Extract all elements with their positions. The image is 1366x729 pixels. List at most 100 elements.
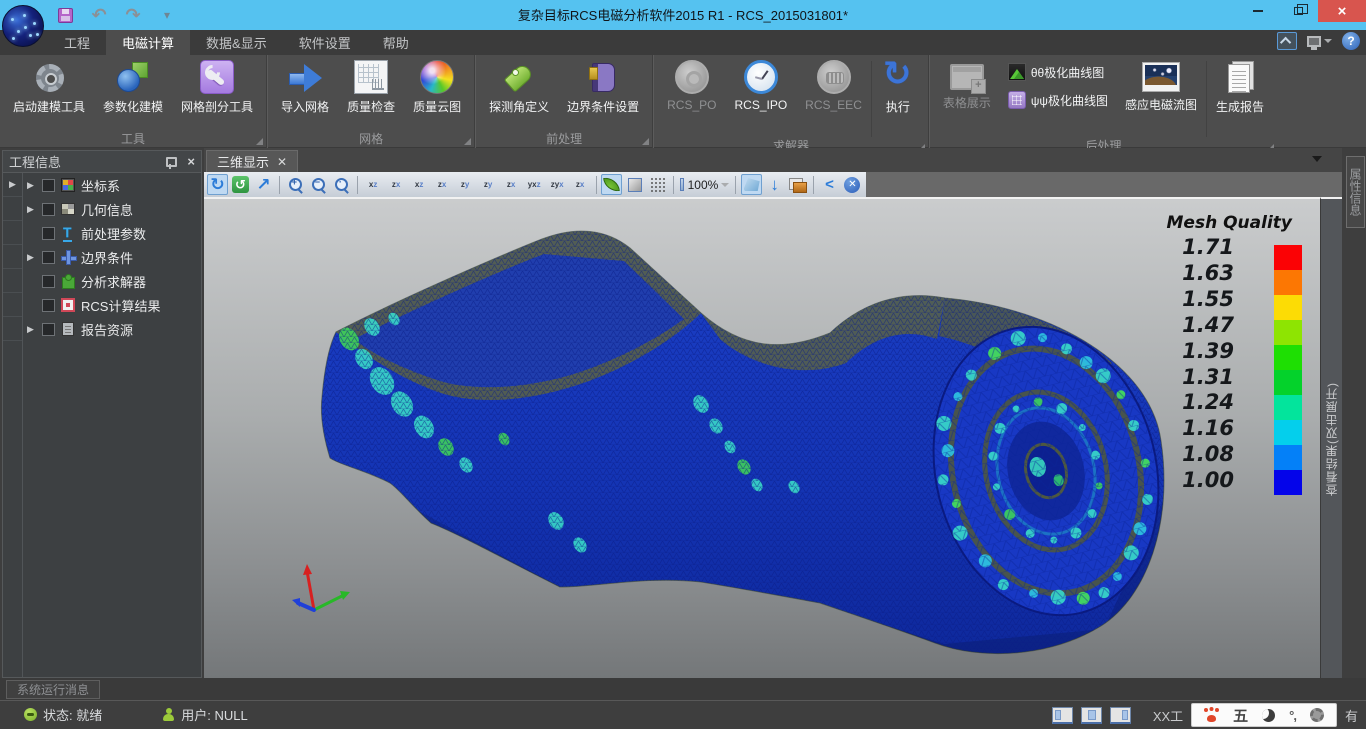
menu-tab-帮助[interactable]: 帮助 bbox=[367, 30, 425, 55]
flat-shading-button[interactable] bbox=[624, 174, 645, 195]
ime-halfwidth-moon-icon[interactable] bbox=[1262, 709, 1275, 722]
zoom-out-button[interactable]: − bbox=[308, 174, 329, 195]
help-button[interactable]: ? bbox=[1342, 32, 1360, 50]
cancel-cross-icon: ✕ bbox=[844, 177, 860, 193]
property-info-tab[interactable]: 属性信息 bbox=[1346, 156, 1365, 228]
app-logo[interactable] bbox=[2, 5, 44, 47]
legend-color-block bbox=[1274, 295, 1302, 320]
generate-report-button[interactable]: 生成报告 bbox=[1207, 57, 1273, 115]
tab-close-icon[interactable]: ✕ bbox=[277, 155, 287, 169]
parametric-modeling-button[interactable]: 参数化建模 bbox=[94, 57, 172, 115]
spin-refresh-button[interactable]: ↺ bbox=[230, 174, 251, 195]
system-messages-tab[interactable]: 系统运行消息 bbox=[6, 680, 100, 699]
checkbox-前处理参数[interactable] bbox=[42, 227, 55, 240]
quality-check-button[interactable]: 质量检查 bbox=[338, 57, 404, 115]
checkbox-几何信息[interactable] bbox=[42, 203, 55, 216]
viewport-3d[interactable]: Mesh Quality 1.711.631.551.471.391.311.2… bbox=[204, 197, 1320, 678]
quality-cloud-map-button[interactable]: 质量云图 bbox=[404, 57, 470, 115]
view-orientation-button-3[interactable]: zx bbox=[432, 174, 453, 195]
menu-tab-软件设置[interactable]: 软件设置 bbox=[283, 30, 367, 55]
checkbox-分析求解器[interactable] bbox=[42, 275, 55, 288]
ime-wubi-mode[interactable]: 五 bbox=[1233, 705, 1248, 726]
expander-icon[interactable]: ▶ bbox=[27, 324, 37, 335]
execute-button[interactable]: 执行 bbox=[872, 57, 924, 115]
rcs-ipo-solver-button[interactable]: RCS_IPO bbox=[725, 57, 796, 112]
view-orientation-button-1[interactable]: zx bbox=[386, 174, 407, 195]
zoom-in-button[interactable]: + bbox=[285, 174, 306, 195]
menu-tab-工程[interactable]: 工程 bbox=[48, 30, 106, 55]
checkbox-RCS计算结果[interactable] bbox=[42, 299, 55, 312]
tree-item-RCS计算结果[interactable]: RCS计算结果 bbox=[23, 293, 201, 317]
pin-icon[interactable] bbox=[163, 155, 177, 169]
panel-close-icon[interactable]: × bbox=[187, 154, 195, 169]
layout-right-button[interactable] bbox=[1110, 707, 1131, 724]
legend-color-block bbox=[1274, 345, 1302, 370]
tree-item-坐标系[interactable]: ▶坐标系 bbox=[23, 173, 201, 197]
display-style-select[interactable] bbox=[1307, 36, 1332, 47]
ribbon-group-前处理: 探测角定义边界条件设置前处理 bbox=[476, 55, 652, 148]
checkbox-报告资源[interactable] bbox=[42, 323, 55, 336]
launch-modeling-tool-button[interactable]: 启动建模工具 bbox=[4, 57, 94, 115]
psi-plot-icon bbox=[1008, 91, 1026, 109]
menu-tab-数据&显示[interactable]: 数据&显示 bbox=[190, 30, 283, 55]
view-orientation-button-2[interactable]: xz bbox=[409, 174, 430, 195]
ime-punctuation-icon[interactable]: °, bbox=[1289, 708, 1296, 723]
checkbox-边界条件[interactable] bbox=[42, 251, 55, 264]
probe-angle-define-button[interactable]: 探测角定义 bbox=[480, 57, 558, 115]
toolbar-separator bbox=[279, 176, 280, 194]
drop-down-action-button[interactable]: ↓ bbox=[764, 174, 785, 195]
ribbon-group-name: 工具 bbox=[121, 130, 145, 147]
view-orientation-button-7[interactable]: yxz bbox=[524, 174, 545, 195]
layout-left-button[interactable] bbox=[1052, 707, 1073, 724]
view-orientation-button-4[interactable]: zy bbox=[455, 174, 476, 195]
view-orientation-button-6[interactable]: zx bbox=[501, 174, 522, 195]
expander-icon[interactable]: ▶ bbox=[27, 252, 37, 263]
mesh-partition-tool-button[interactable]: 网格剖分工具 bbox=[172, 57, 262, 115]
tab-3d-display[interactable]: 三维显示 ✕ bbox=[206, 150, 298, 172]
chevron-down-icon bbox=[1324, 39, 1332, 43]
share-link-button[interactable]: < bbox=[819, 174, 840, 195]
dialog-launcher-icon[interactable] bbox=[464, 138, 471, 145]
minimize-button[interactable] bbox=[1238, 0, 1278, 22]
dialog-launcher-icon[interactable] bbox=[642, 138, 649, 145]
zoom-fit-button[interactable]: · bbox=[331, 174, 352, 195]
tree-item-分析求解器[interactable]: 分析求解器 bbox=[23, 269, 201, 293]
pan-diagonal-button[interactable]: ↗ bbox=[253, 174, 274, 195]
points-display-button[interactable] bbox=[647, 174, 668, 195]
ime-settings-gear-icon[interactable] bbox=[1310, 708, 1324, 722]
tree-item-边界条件[interactable]: ▶边界条件 bbox=[23, 245, 201, 269]
expander-icon[interactable]: ▶ bbox=[27, 204, 37, 215]
ime-brand-paw-icon[interactable] bbox=[1204, 708, 1219, 722]
menu-tab-电磁计算[interactable]: 电磁计算 bbox=[106, 30, 190, 55]
import-mesh-button[interactable]: 导入网格 bbox=[272, 57, 338, 115]
tree-item-几何信息[interactable]: ▶几何信息 bbox=[23, 197, 201, 221]
view-orientation-button-8[interactable]: zyx bbox=[547, 174, 568, 195]
dialog-launcher-icon[interactable] bbox=[256, 138, 263, 145]
view-orientation-button-9[interactable]: zx bbox=[570, 174, 591, 195]
orbit-rotate-button[interactable]: ↻ bbox=[207, 174, 228, 195]
clip-plane-button[interactable] bbox=[741, 174, 762, 195]
cancel-button[interactable]: ✕ bbox=[842, 174, 863, 195]
induced-em-current-map-button[interactable]: 感应电磁流图 bbox=[1116, 57, 1206, 113]
theta-theta-polarization-plot-button[interactable]: θθ极化曲线图 bbox=[1000, 63, 1116, 81]
view-orientation-button-0[interactable]: xz bbox=[363, 174, 384, 195]
close-button[interactable]: × bbox=[1318, 0, 1366, 22]
image-capture-button[interactable] bbox=[787, 174, 808, 195]
boundary-condition-settings-button[interactable]: 边界条件设置 bbox=[558, 57, 648, 115]
view-orientation-button-5[interactable]: zy bbox=[478, 174, 499, 195]
tree-item-报告资源[interactable]: ▶报告资源 bbox=[23, 317, 201, 341]
toolbar-overflow-icon[interactable] bbox=[1312, 156, 1322, 162]
smooth-shading-button[interactable] bbox=[601, 174, 622, 195]
viewport-toolbar: ↻↺↗+−·xzzxxzzxzyzyzxyxzzyxzx100%↓<✕ bbox=[204, 172, 1342, 197]
ime-toolbar[interactable]: 五 °, bbox=[1191, 703, 1337, 727]
expander-icon[interactable]: ▶ bbox=[27, 180, 37, 191]
tree-item-前处理参数[interactable]: 前处理参数 bbox=[23, 221, 201, 245]
checkbox-坐标系[interactable] bbox=[42, 179, 55, 192]
zoom-level-select[interactable]: 100% bbox=[679, 174, 730, 195]
legend-body: 1.711.631.551.471.391.311.241.161.081.00 bbox=[1077, 241, 1302, 501]
view-results-collapsed-tab[interactable]: 查看结果(双击展开) bbox=[1320, 197, 1342, 678]
restore-button[interactable] bbox=[1278, 0, 1318, 22]
layout-middle-button[interactable] bbox=[1081, 707, 1102, 724]
psi-psi-polarization-plot-button[interactable]: ψψ极化曲线图 bbox=[1000, 91, 1116, 109]
collapse-ribbon-button[interactable] bbox=[1277, 32, 1297, 50]
